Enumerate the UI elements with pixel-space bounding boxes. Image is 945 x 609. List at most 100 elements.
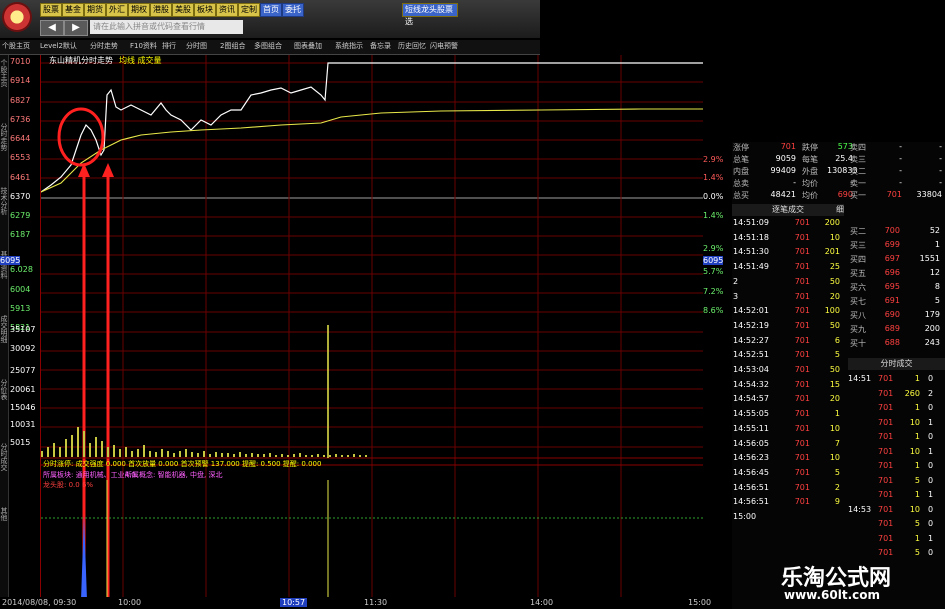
- detail-price: 701: [794, 365, 810, 374]
- fs-count: 0: [928, 519, 934, 528]
- fs-vol: 5: [914, 519, 920, 528]
- detail-time: 2: [733, 276, 739, 286]
- volume-label-2: 25077: [10, 366, 36, 375]
- buy-label: 买九: [850, 325, 866, 334]
- volume-label-6: 5015: [10, 438, 31, 447]
- quote-value-b: 9059: [775, 154, 796, 163]
- buy-price: 696: [884, 268, 900, 277]
- tab-12[interactable]: 闪电预警: [430, 41, 458, 51]
- tab-7[interactable]: 多图组合: [254, 41, 282, 51]
- toolbar-button-1[interactable]: 基金: [62, 3, 84, 17]
- tab-6[interactable]: 2图组合: [220, 41, 245, 51]
- toolbar-button-10[interactable]: 首页: [260, 3, 282, 17]
- toolbar-button-4[interactable]: 期权: [128, 3, 150, 17]
- volume-bar: [131, 451, 133, 457]
- volume-bar: [275, 455, 277, 457]
- price-label-10: 6095: [0, 256, 21, 265]
- detail-time: 14:56:45: [733, 467, 769, 477]
- vtab-7[interactable]: 其他: [0, 507, 8, 521]
- tab-3[interactable]: F10资料: [130, 41, 157, 51]
- search-input[interactable]: 请在此输入拼音或代码查看行情: [90, 20, 243, 34]
- tab-1[interactable]: Level2默认: [40, 41, 77, 51]
- toolbar-button-0[interactable]: 股票: [40, 3, 62, 17]
- fs-count: 0: [928, 432, 934, 441]
- quote-label-a: 总卖: [733, 179, 749, 188]
- volume-bar: [89, 443, 91, 457]
- buy-volume: 5: [934, 296, 940, 305]
- chart-area: 东山精机分时走势 均线 成交量 分时涨停: 成交强度 0.000 首次放量 0.…: [40, 55, 703, 602]
- fs-vol: 1: [914, 374, 920, 383]
- detail-vol: 50: [829, 320, 840, 330]
- quote-row-0: 涨停 701 跌停 573 卖四 - -: [732, 142, 945, 154]
- vtab-5[interactable]: 分价表: [0, 379, 8, 400]
- detail-vol: 20: [829, 394, 840, 404]
- level-volume: -: [939, 154, 942, 163]
- vtab-6[interactable]: 分时成交: [0, 443, 8, 471]
- level-label: 卖二: [850, 167, 866, 176]
- detail-time: 14:52:27: [733, 335, 769, 345]
- chart-legend: 均线 成交量: [119, 56, 162, 65]
- toolbar-button-2[interactable]: 期货: [84, 3, 106, 17]
- toolbar-button-5[interactable]: 港股: [150, 3, 172, 17]
- back-button[interactable]: ◀: [40, 20, 64, 36]
- quote-label-a: 涨停: [733, 143, 749, 152]
- buy-price: 691: [884, 296, 900, 305]
- fs-count: 1: [928, 446, 934, 456]
- volume-bar: [365, 455, 367, 457]
- vtab-0[interactable]: 个股主页: [0, 59, 8, 87]
- pct-label-5: 5.7%: [703, 267, 724, 276]
- detail-price: 701: [794, 262, 810, 272]
- detail-time: 14:53:04: [733, 365, 769, 374]
- detail-time: 15:00: [733, 512, 757, 521]
- sub-label-3: 龙头股: 0.0 6%: [43, 481, 94, 489]
- detail-vol: 5: [834, 467, 840, 477]
- detail-row-12: 14:54:57 701 20: [732, 394, 844, 406]
- tab-4[interactable]: 排行: [162, 41, 176, 51]
- tab-10[interactable]: 备忘录: [370, 41, 391, 51]
- quote-label-a: 内盘: [733, 167, 749, 176]
- tab-5[interactable]: 分时图: [186, 41, 207, 51]
- fs-vol: 1: [914, 432, 920, 441]
- tab-0[interactable]: 个股主页: [2, 41, 30, 51]
- tab-8[interactable]: 图表叠加: [294, 41, 322, 51]
- vtab-2[interactable]: 技术分析: [0, 187, 8, 215]
- price-label-0: 7010: [10, 57, 31, 66]
- detail-vol: 7: [834, 438, 840, 448]
- detail-row-20: 15:00: [732, 512, 844, 524]
- detail-tab[interactable]: 细: [836, 204, 844, 215]
- fs-row-9: 14:53 701 10 0: [848, 505, 945, 517]
- buy-volume: 200: [924, 324, 940, 333]
- fs-count: 0: [928, 461, 934, 470]
- promo-button[interactable]: 短线龙头股票选: [402, 3, 458, 26]
- toolbar-button-8[interactable]: 资讯: [216, 3, 238, 17]
- toolbar-button-9[interactable]: 定制: [238, 3, 260, 17]
- toolbar-button-6[interactable]: 美股: [172, 3, 194, 17]
- vtab-4[interactable]: 成交明细: [0, 315, 8, 343]
- tab-9[interactable]: 系统指示: [335, 41, 363, 51]
- detail-time: 14:51:09: [733, 218, 769, 227]
- watermark-url: www.60lt.com: [784, 588, 881, 602]
- toolbar-button-3[interactable]: 外汇: [106, 3, 128, 17]
- quote-label-c: 每笔: [802, 155, 818, 164]
- price-label-13: 5913: [10, 304, 31, 313]
- volume-bar: [347, 455, 349, 457]
- toolbar-button-7[interactable]: 板块: [194, 3, 216, 17]
- volume-bar: [107, 447, 109, 457]
- volume-bar: [323, 455, 325, 457]
- vtab-1[interactable]: 分时走势: [0, 123, 8, 151]
- detail-vol: 5: [834, 350, 840, 360]
- fs-price: 701: [878, 446, 894, 456]
- toolbar-button-11[interactable]: 委托: [282, 3, 304, 17]
- detail-row-4: 2 701 50: [732, 277, 844, 289]
- time-label-4: 14:00: [530, 598, 554, 607]
- volume-bar: [203, 451, 205, 457]
- tab-11[interactable]: 历史回忆: [398, 41, 426, 51]
- detail-row-16: 14:56:23 701 10: [732, 453, 844, 465]
- price-label-3: 6736: [10, 115, 31, 124]
- forward-button[interactable]: ▶: [64, 20, 88, 36]
- quote-value-b: 48421: [770, 190, 796, 199]
- volume-bar: [257, 454, 259, 457]
- fs-count: 0: [928, 504, 934, 514]
- tab-2[interactable]: 分时走势: [90, 41, 118, 51]
- volume-bar: [143, 445, 145, 457]
